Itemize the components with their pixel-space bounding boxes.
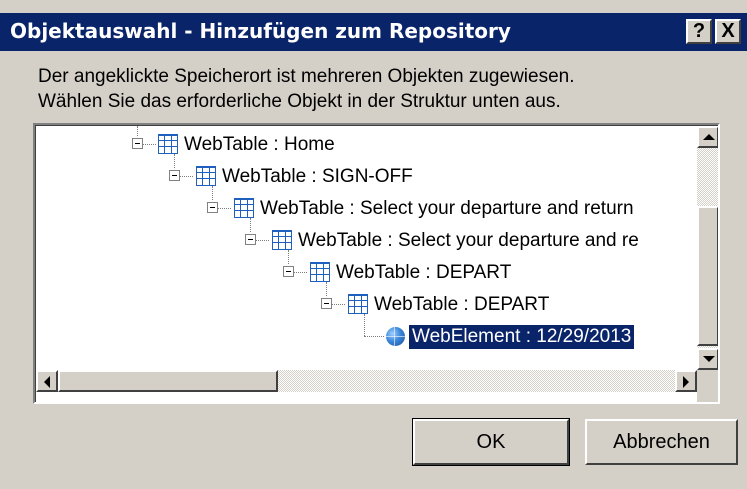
horizontal-scrollbar[interactable] (36, 370, 697, 392)
tree-node-label: WebTable : Select your departure and ret… (260, 198, 634, 219)
scroll-down-button[interactable] (697, 348, 718, 370)
instruction-line-2: Wählen Sie das erforderliche Objekt in d… (38, 91, 561, 112)
table-icon (348, 294, 368, 314)
collapse-toggle[interactable] (283, 266, 294, 277)
scroll-up-button[interactable] (697, 126, 718, 148)
tree-node-webtable-depart-1[interactable]: WebTable : DEPART (36, 258, 697, 288)
tree-connector (364, 336, 384, 337)
ok-button[interactable]: OK (412, 418, 570, 466)
tree-node-webtable-select-departure-1[interactable]: WebTable : Select your departure and ret… (36, 194, 697, 224)
tree-node-label: WebTable : Home (184, 134, 335, 155)
collapse-toggle[interactable] (321, 298, 332, 309)
tree-node-label: WebTable : DEPART (336, 262, 512, 283)
tree-connector (294, 272, 307, 273)
scroll-left-button[interactable] (36, 370, 58, 392)
tree-node-label-selected: WebElement : 12/29/2013 (407, 324, 636, 350)
table-icon (272, 230, 292, 250)
tree-node-webtable-depart-2[interactable]: WebTable : DEPART (36, 290, 697, 320)
collapse-toggle[interactable] (245, 234, 256, 245)
object-tree-viewport: WebTable : Home WebTable : SIGN-OFF WebT… (35, 125, 718, 402)
instruction-line-1: Der angeklickte Speicherort ist mehreren… (38, 66, 575, 87)
collapse-toggle[interactable] (207, 202, 218, 213)
close-button[interactable]: X (715, 19, 741, 44)
object-tree[interactable]: WebTable : Home WebTable : SIGN-OFF WebT… (33, 123, 720, 404)
arrow-left-icon (44, 376, 50, 388)
tree-connector (180, 176, 193, 177)
tree-node-label: WebTable : DEPART (374, 294, 550, 315)
vertical-scrollbar[interactable] (697, 126, 718, 370)
tree-node-webtable-sign-off[interactable]: WebTable : SIGN-OFF (36, 162, 697, 192)
table-icon (234, 198, 254, 218)
arrow-down-icon (703, 356, 715, 362)
table-icon (196, 166, 216, 186)
object-selection-dialog: Objektauswahl - Hinzufügen zum Repositor… (0, 0, 747, 489)
tree-node-webelement-date[interactable]: WebElement : 12/29/2013 (36, 322, 697, 352)
arrow-up-icon (703, 134, 715, 140)
collapse-toggle[interactable] (132, 138, 143, 149)
scrollbar-corner (697, 370, 718, 402)
horizontal-scroll-thumb[interactable] (58, 370, 278, 392)
title-bar[interactable]: Objektauswahl - Hinzufügen zum Repositor… (0, 13, 747, 51)
vertical-scroll-thumb[interactable] (697, 206, 718, 346)
tree-connector (256, 240, 269, 241)
tree-connector (332, 304, 345, 305)
collapse-toggle[interactable] (169, 170, 180, 181)
tree-node-webtable-home[interactable]: WebTable : Home (36, 130, 697, 160)
globe-icon (386, 327, 405, 346)
tree-connector (143, 144, 156, 145)
table-icon (310, 262, 330, 282)
table-icon (158, 134, 178, 154)
tree-node-label: WebTable : SIGN-OFF (222, 166, 413, 187)
tree-node-label: WebTable : Select your departure and re (298, 230, 639, 251)
dialog-title: Objektauswahl - Hinzufügen zum Repositor… (10, 19, 511, 43)
arrow-right-icon (683, 376, 689, 388)
help-button[interactable]: ? (686, 19, 712, 44)
tree-connector (218, 208, 231, 209)
cancel-button[interactable]: Abbrechen (585, 419, 738, 465)
instruction-text: Der angeklickte Speicherort ist mehreren… (38, 64, 575, 114)
scroll-right-button[interactable] (675, 370, 697, 392)
tree-node-webtable-select-departure-2[interactable]: WebTable : Select your departure and re (36, 226, 697, 256)
